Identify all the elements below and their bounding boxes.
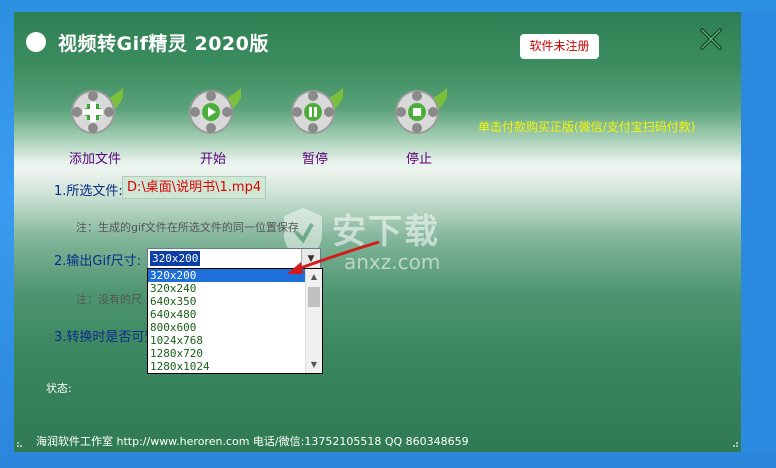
file-label: 1.所选文件: [54, 184, 123, 199]
start-label: 开始 [199, 152, 226, 167]
stop-label: 停止 [405, 152, 432, 167]
resize-grip-icon[interactable] [729, 438, 739, 448]
pause-button[interactable]: 暂停 [280, 82, 350, 167]
stop-icon [395, 82, 451, 134]
size-option[interactable]: 320x240 [148, 282, 305, 295]
play-icon [189, 82, 245, 134]
desktop-edge [741, 12, 776, 452]
stop-button[interactable]: 停止 [384, 82, 454, 167]
size-option[interactable]: 640x480 [148, 308, 305, 321]
size-note: 注：没有的尺 [76, 293, 142, 306]
app-logo-icon [26, 32, 46, 52]
add-file-label: 添加文件 [68, 152, 121, 167]
pause-label: 暂停 [301, 152, 328, 167]
size-option[interactable]: 640x350 [148, 295, 305, 308]
file-path-field[interactable]: D:\桌面\说明书\1.mp4 [122, 176, 267, 199]
resize-grip-icon[interactable] [16, 438, 26, 448]
start-button[interactable]: 开始 [178, 82, 248, 167]
add-file-button[interactable]: 添加文件 [60, 82, 130, 167]
register-button[interactable]: 软件未注册 [520, 34, 599, 59]
pause-icon [291, 82, 347, 134]
size-dropdown-list[interactable]: 320x200 320x240 640x350 640x480 800x600 … [147, 268, 323, 374]
file-note: 注：生成的gif文件在所选文件的同一位置保存 [76, 221, 299, 234]
size-option[interactable]: 800x600 [148, 321, 305, 334]
close-icon[interactable] [698, 26, 724, 52]
size-option[interactable]: 1280x1024 [148, 360, 305, 373]
add-icon [71, 82, 127, 134]
scroll-thumb[interactable] [308, 287, 320, 307]
app-window: 视频转Gif精灵 2020版 软件未注册 添加文件 开始 暂停 停止 单击付款购… [14, 12, 741, 452]
size-select-value: 320x200 [150, 251, 201, 266]
dropdown-scrollbar[interactable]: ▲ ▼ [305, 269, 322, 373]
convert-label: 3.转换时是否可预 [54, 330, 158, 345]
footer-info: 海润软件工作室 http://www.heroren.com 电话/微信:137… [36, 435, 469, 448]
buy-link[interactable]: 单击付款购买正版(微信/支付宝扫码付款) [478, 118, 695, 135]
app-title: 视频转Gif精灵 2020版 [58, 33, 269, 55]
scroll-down-icon[interactable]: ▼ [306, 357, 322, 373]
size-option[interactable]: 1280x720 [148, 347, 305, 360]
status-label: 状态: [46, 382, 72, 395]
size-label: 2.输出Gif尺寸: [54, 254, 142, 269]
arrow-annotation [287, 240, 380, 274]
size-option[interactable]: 1024x768 [148, 334, 305, 347]
